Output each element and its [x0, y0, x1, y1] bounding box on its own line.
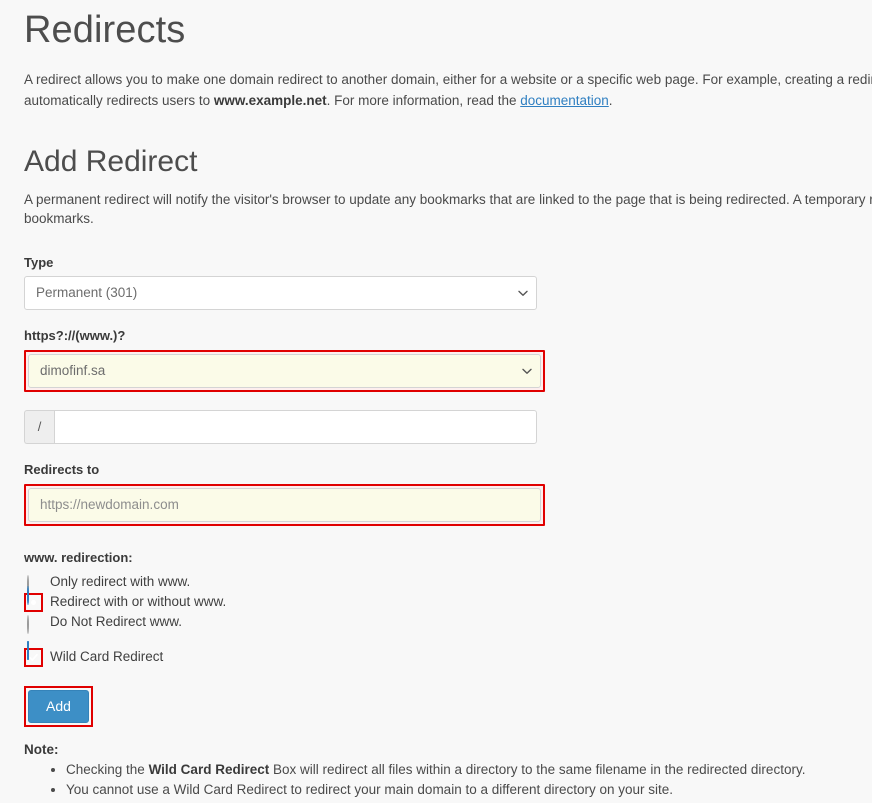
- path-input[interactable]: [54, 409, 537, 444]
- radio-row-with-or-without-www[interactable]: Redirect with or without www.: [24, 586, 872, 613]
- radio-only-with-www[interactable]: [27, 575, 40, 595]
- note-item-text-before: You cannot use a Wild Card Redirect to r…: [66, 782, 674, 798]
- intro-paragraph: A redirect allows you to make one domain…: [24, 70, 872, 112]
- add-redirect-description: A permanent redirect will notify the vis…: [24, 190, 872, 229]
- radio-row-do-not-redirect-www[interactable]: Do Not Redirect www.: [24, 613, 872, 635]
- domain-label: https?://(www.)?: [24, 328, 126, 344]
- intro-bold-example-net: www.example.net: [213, 92, 327, 108]
- add-redirect-heading: Add Redirect: [24, 144, 198, 178]
- note-list: Checking the Wild Card Redirect Box will…: [24, 760, 872, 801]
- domain-select-shell: dimofinf.sa: [28, 353, 541, 388]
- check-icon: [29, 653, 38, 661]
- domain-select[interactable]: dimofinf.sa: [28, 353, 541, 388]
- intro-text-3: . For more information, read the: [326, 92, 521, 108]
- radio-row-only-with-www[interactable]: Only redirect with www.: [24, 573, 872, 595]
- wild-card-redirect-row[interactable]: Wild Card Redirect: [24, 641, 872, 669]
- redirects-page: Redirects A redirect allows you to make …: [0, 0, 872, 803]
- www-redirection-label: www. redirection:: [24, 549, 133, 565]
- add-redirect-form: Type Permanent (301) https?://(www.)? di…: [24, 255, 872, 727]
- type-select-shell: Permanent (301): [24, 276, 537, 311]
- add-button-highlight: Add: [24, 685, 93, 727]
- note-item-text-before: Checking the: [66, 761, 149, 777]
- wild-card-checkbox[interactable]: [27, 641, 40, 664]
- type-select[interactable]: Permanent (301): [24, 276, 537, 311]
- intro-text-2: automatically redirects users to: [24, 92, 214, 108]
- radio-do-not-redirect-www[interactable]: [27, 615, 40, 635]
- path-prefix-addon: /: [24, 409, 54, 444]
- page-title: Redirects: [24, 9, 186, 51]
- wild-card-checkbox-highlight: [24, 641, 43, 668]
- redirects-to-highlight: [24, 483, 545, 526]
- intro-text-1: A redirect allows you to make one domain…: [24, 71, 872, 87]
- note-item: Checking the Wild Card Redirect Box will…: [66, 760, 872, 780]
- documentation-link[interactable]: documentation: [520, 93, 609, 108]
- radio-label-only-with-www: Only redirect with www.: [50, 574, 191, 590]
- type-label: Type: [24, 254, 54, 270]
- radio-label-with-or-without-www: Redirect with or without www.: [50, 594, 227, 610]
- wild-card-label: Wild Card Redirect: [50, 649, 164, 665]
- radio-with-or-without-www-highlight: [24, 586, 43, 613]
- redirects-to-input[interactable]: [28, 487, 541, 522]
- radio-with-or-without-www[interactable]: [27, 586, 40, 609]
- note-title: Note:: [24, 741, 59, 757]
- note-item-text-after: Box will redirect all files within a dir…: [269, 761, 806, 777]
- add-redirect-description-line1: A permanent redirect will notify the vis…: [24, 191, 872, 207]
- note-item-bold: Wild Card Redirect: [148, 761, 270, 777]
- intro-text-4: .: [608, 92, 613, 108]
- note-item: You cannot use a Wild Card Redirect to r…: [66, 780, 872, 800]
- add-button[interactable]: Add: [28, 689, 89, 723]
- path-input-group: /: [24, 409, 537, 444]
- redirects-to-label: Redirects to: [24, 461, 100, 477]
- note-block: Note: Checking the Wild Card Redirect Bo…: [24, 742, 872, 801]
- radio-do-not-redirect-www-wrap: [24, 613, 43, 635]
- domain-select-highlight: dimofinf.sa: [24, 349, 545, 392]
- radio-label-do-not-redirect-www: Do Not Redirect www.: [50, 614, 183, 630]
